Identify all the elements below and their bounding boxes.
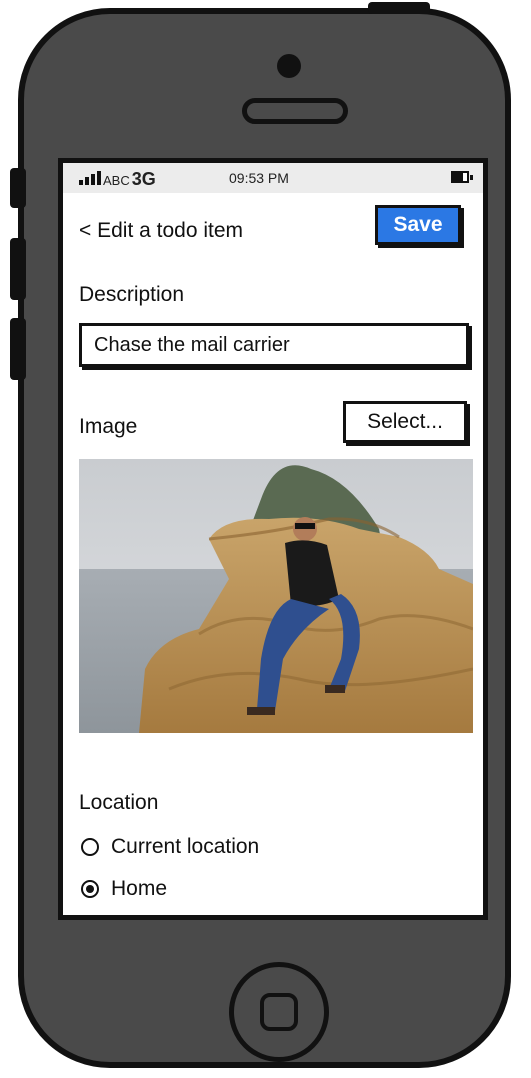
home-square-icon [260,993,298,1031]
save-button[interactable]: Save [375,205,461,245]
battery-icon [451,171,473,183]
speaker-grille [242,98,348,124]
mute-switch[interactable] [10,168,26,208]
todo-image [79,459,473,733]
camera-icon [277,54,301,78]
phone-screen: ABC 3G 09:53 PM < Edit a todo item Save D… [58,158,488,920]
radio-unchecked-icon[interactable] [81,838,99,856]
description-field[interactable]: Chase the mail carrier [79,323,469,367]
location-label: Location [79,791,159,814]
image-label: Image [79,415,138,438]
home-button[interactable] [229,962,329,1062]
back-link[interactable]: < Edit a todo item [79,219,243,243]
volume-up-button[interactable] [10,238,26,300]
location-option-current[interactable]: Current location [81,835,259,859]
description-label: Description [79,283,185,306]
network-type: 3G [131,169,156,189]
status-bar: ABC 3G 09:53 PM [63,163,483,193]
select-image-button[interactable]: Select... [343,401,467,443]
carrier-name: ABC 3G [103,169,156,190]
status-time: 09:53 PM [229,170,289,186]
volume-down-button[interactable] [10,318,26,380]
location-option-home[interactable]: Home [81,877,167,901]
radio-checked-icon[interactable] [81,880,99,898]
photo-illustration [79,459,473,733]
carrier-label: ABC [103,173,130,188]
signal-icon [79,171,101,185]
power-button[interactable] [368,2,430,14]
location-option-label: Home [111,877,168,900]
location-option-label: Current location [111,835,260,858]
